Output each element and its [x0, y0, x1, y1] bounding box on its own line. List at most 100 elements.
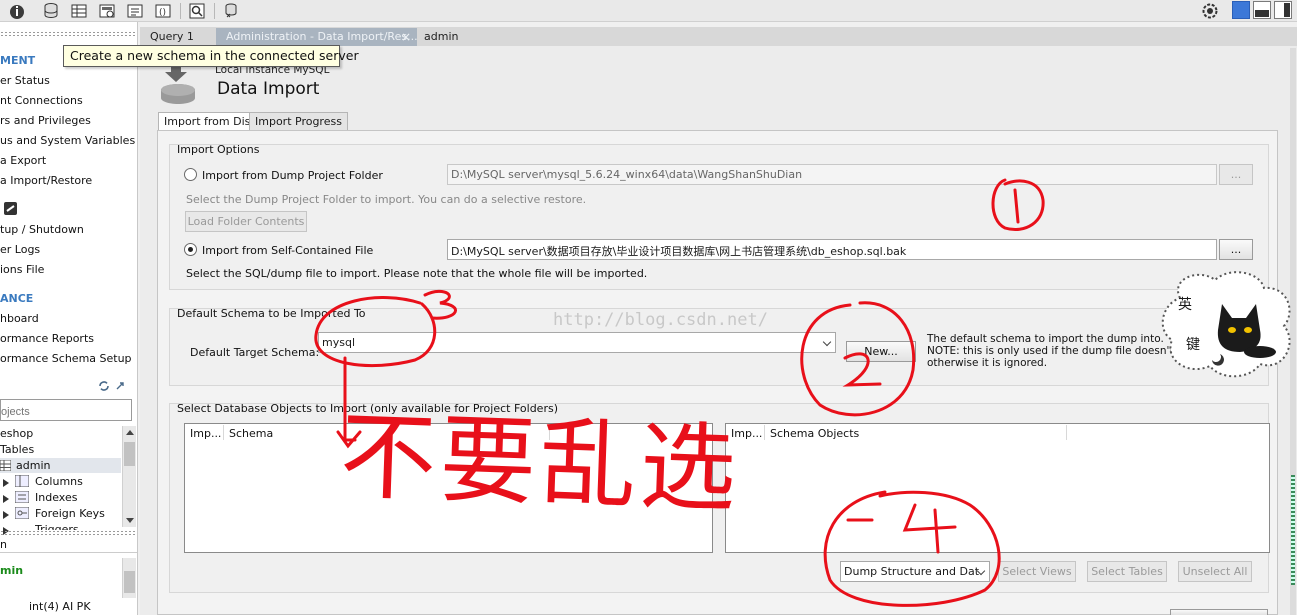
- import-options-title: Import Options: [177, 143, 260, 156]
- toggle-secondary-sidebar-button[interactable]: [1274, 1, 1292, 19]
- schema-table-header-schema[interactable]: Schema: [229, 427, 273, 440]
- sidebar-grip[interactable]: [0, 31, 137, 37]
- expand-arrow-icon[interactable]: [3, 511, 9, 519]
- info-panel-header: n: [0, 538, 7, 551]
- sidebar-item-client-connections[interactable]: nt Connections: [0, 94, 83, 107]
- select-tables-button[interactable]: Select Tables: [1087, 561, 1167, 582]
- expand-arrow-icon[interactable]: [3, 495, 9, 503]
- info-icon[interactable]: [8, 2, 26, 20]
- target-schema-label: Default Target Schema:: [190, 346, 320, 359]
- tab-administration[interactable]: Administration - Data Import/Res... ×: [216, 28, 418, 46]
- ime-key-char[interactable]: 键: [1186, 334, 1200, 354]
- main-content: Local instance MySQL Data Import Import …: [140, 46, 1297, 615]
- import-panel: Import Options Import from Dump Project …: [157, 130, 1278, 615]
- scroll-up-icon[interactable]: [126, 430, 134, 435]
- new-view-icon[interactable]: [98, 2, 116, 20]
- sidebar-item-options-file[interactable]: ions File: [0, 263, 44, 276]
- self-contained-file-label: Import from Self-Contained File: [202, 244, 374, 257]
- sidebar-item-data-import[interactable]: a Import/Restore: [0, 174, 92, 187]
- file-path-input[interactable]: D:\MySQL server\数据项目存放\毕业设计项目数据库\网上书店管理系…: [447, 239, 1217, 260]
- columns-icon: [15, 475, 29, 487]
- tree-columns[interactable]: Columns: [35, 475, 83, 488]
- select-views-button[interactable]: Select Views: [998, 561, 1076, 582]
- main-toolbar: (): [0, 0, 1297, 22]
- ime-cloud-icon: [1161, 271, 1291, 378]
- sidebar-item-status-variables[interactable]: us and System Variables: [0, 134, 135, 147]
- tree-scrollbar[interactable]: [122, 426, 136, 527]
- foreign-keys-icon: [15, 507, 29, 519]
- tree-triggers[interactable]: Triggers: [35, 523, 79, 530]
- tab-import-progress[interactable]: Import Progress: [249, 112, 348, 131]
- sidebar-item-server-logs[interactable]: er Logs: [0, 243, 40, 256]
- refresh-icon[interactable]: [98, 380, 110, 392]
- ime-mode-char[interactable]: 英: [1178, 294, 1192, 314]
- info-scrollbar[interactable]: [122, 558, 136, 598]
- start-import-button[interactable]: [1170, 609, 1268, 615]
- tree-schema-eshop[interactable]: eshop: [0, 427, 33, 440]
- sidebar-item-dashboard[interactable]: hboard: [0, 312, 39, 325]
- radio-self-contained-file[interactable]: [184, 243, 197, 256]
- settings-icon[interactable]: [1201, 2, 1219, 20]
- target-schema-value: mysql: [322, 336, 355, 349]
- sidebar-item-performance-schema-setup[interactable]: ormance Schema Setup: [0, 352, 132, 365]
- close-icon[interactable]: ×: [401, 30, 411, 44]
- tab-import-from-disk[interactable]: Import from Disk: [158, 112, 263, 132]
- toggle-sidebar-button[interactable]: [1232, 1, 1250, 19]
- page-title: Data Import: [217, 79, 320, 99]
- toggle-output-button[interactable]: [1253, 1, 1271, 19]
- browse-file-button[interactable]: ...: [1219, 239, 1253, 260]
- info-column-detail: int(4) AI PK: [29, 600, 91, 613]
- self-contained-file-hint: Select the SQL/dump file to import. Plea…: [186, 267, 648, 280]
- tree-tables[interactable]: Tables: [0, 443, 34, 456]
- column-separator: [764, 425, 765, 440]
- browse-folder-button[interactable]: ...: [1219, 164, 1253, 185]
- ime-widget[interactable]: 英 键: [1160, 268, 1296, 378]
- schema-table-header-import[interactable]: Imp...: [190, 427, 221, 440]
- load-folder-contents-button[interactable]: Load Folder Contents: [185, 211, 307, 232]
- new-schema-icon[interactable]: [42, 2, 60, 20]
- objects-table-header-schema-objects[interactable]: Schema Objects: [770, 427, 859, 440]
- tab-query-1[interactable]: Query 1: [140, 28, 216, 46]
- toolbar-separator: [214, 3, 215, 19]
- reconnect-icon[interactable]: [222, 2, 240, 20]
- filter-objects-input[interactable]: [0, 399, 132, 421]
- sidebar-header-management: MENT: [0, 54, 36, 67]
- tab-admin[interactable]: admin: [414, 28, 468, 46]
- new-routine-icon[interactable]: [126, 2, 144, 20]
- dump-folder-path-input[interactable]: D:\MySQL server\mysql_5.6.24_winx64\data…: [447, 164, 1217, 185]
- sidebar-item-users-privileges[interactable]: rs and Privileges: [0, 114, 91, 127]
- sidebar-item-startup-shutdown[interactable]: tup / Shutdown: [0, 223, 84, 236]
- dump-mode-value: Dump Structure and Dat: [844, 565, 980, 578]
- instance-icon: [4, 202, 17, 215]
- sidebar-item-server-status[interactable]: er Status: [0, 74, 50, 87]
- expand-icon[interactable]: [114, 380, 126, 392]
- info-column-name: min: [0, 564, 24, 577]
- tree-foreign-keys[interactable]: Foreign Keys: [35, 507, 105, 520]
- sidebar-item-data-export[interactable]: a Export: [0, 154, 46, 167]
- panel-grip[interactable]: [0, 530, 137, 536]
- sidebar-item-performance-reports[interactable]: ormance Reports: [0, 332, 94, 345]
- level-meter: [1291, 475, 1295, 585]
- new-table-icon[interactable]: [70, 2, 88, 20]
- tree-indexes[interactable]: Indexes: [35, 491, 77, 504]
- new-function-icon[interactable]: (): [154, 2, 172, 20]
- new-schema-button[interactable]: New...: [846, 341, 916, 362]
- svg-text:(): (): [159, 8, 166, 18]
- unselect-all-button[interactable]: Unselect All: [1178, 561, 1252, 582]
- scroll-down-icon[interactable]: [126, 518, 134, 523]
- annotation-text: 不要乱选: [338, 400, 742, 526]
- default-schema-title: Default Schema to be Imported To: [177, 307, 366, 320]
- chevron-down-icon: [822, 337, 832, 347]
- dump-folder-label: Import from Dump Project Folder: [202, 169, 383, 182]
- radio-dump-folder[interactable]: [184, 168, 197, 181]
- info-scrollbar-thumb[interactable]: [124, 571, 135, 593]
- search-table-icon[interactable]: [188, 2, 206, 20]
- tree-table-admin[interactable]: admin: [16, 459, 50, 472]
- expand-arrow-icon[interactable]: [3, 479, 9, 487]
- tree-scrollbar-thumb[interactable]: [124, 442, 135, 466]
- tab-administration-label: Administration - Data Import/Res...: [226, 30, 418, 43]
- dump-mode-select[interactable]: Dump Structure and Dat: [840, 561, 990, 582]
- target-schema-select[interactable]: mysql: [318, 332, 836, 353]
- schema-objects-table[interactable]: Imp... Schema Objects: [725, 423, 1270, 553]
- tooltip: Create a new schema in the connected ser…: [63, 45, 359, 67]
